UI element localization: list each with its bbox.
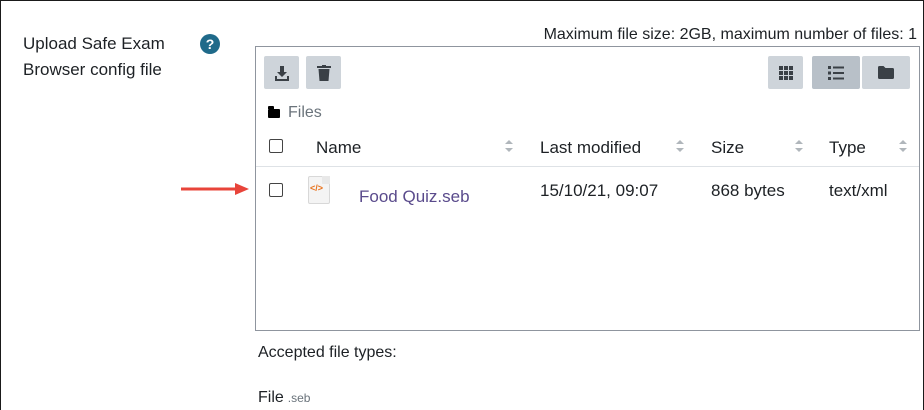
accepted-type-entry: File .seb bbox=[258, 389, 310, 407]
sort-type-icon[interactable] bbox=[899, 140, 907, 152]
file-limits-text: Maximum file size: 2GB, maximum number o… bbox=[543, 26, 917, 43]
column-type[interactable]: Type bbox=[829, 138, 866, 158]
table-row[interactable]: </> Food Quiz.seb 15/10/21, 09:07 868 by… bbox=[256, 169, 919, 219]
table-header: Name Last modified Size Type bbox=[256, 131, 919, 167]
delete-button[interactable] bbox=[306, 56, 341, 89]
page-frame: Upload Safe Exam Browser config file ? M… bbox=[0, 0, 924, 410]
file-type: text/xml bbox=[829, 181, 888, 200]
breadcrumb-files[interactable]: Files bbox=[288, 104, 322, 122]
breadcrumb: Files bbox=[268, 104, 322, 122]
accepted-type-label: File bbox=[258, 389, 284, 406]
file-modified: 15/10/21, 09:07 bbox=[540, 181, 659, 200]
list-view-icon bbox=[828, 65, 844, 80]
sort-size-icon[interactable] bbox=[795, 140, 803, 152]
list-view-button[interactable] bbox=[812, 56, 860, 89]
column-last-modified[interactable]: Last modified bbox=[540, 138, 641, 158]
annotation-arrow-icon bbox=[181, 183, 249, 195]
column-name[interactable]: Name bbox=[316, 138, 361, 158]
download-button[interactable] bbox=[264, 56, 299, 89]
file-size: 868 bytes bbox=[711, 181, 785, 200]
folder-view-button[interactable] bbox=[862, 56, 910, 89]
field-label-line1: Upload Safe Exam bbox=[23, 34, 165, 53]
code-file-icon: </> bbox=[308, 176, 330, 204]
grid-view-button[interactable] bbox=[768, 56, 803, 89]
sort-name-icon[interactable] bbox=[505, 140, 513, 152]
field-label-line2: Browser config file bbox=[23, 60, 162, 79]
code-file-glyph: </> bbox=[310, 183, 324, 193]
row-checkbox[interactable] bbox=[269, 183, 283, 197]
accepted-type-ext: .seb bbox=[287, 391, 311, 405]
file-picker: Files Name Last modified Size Type </> F… bbox=[255, 46, 920, 331]
sort-modified-icon[interactable] bbox=[676, 140, 684, 152]
help-icon[interactable]: ? bbox=[200, 34, 220, 54]
trash-icon bbox=[316, 64, 331, 81]
file-picker-toolbar bbox=[256, 47, 919, 95]
file-name-link[interactable]: Food Quiz.seb bbox=[359, 187, 470, 207]
grid-view-icon bbox=[778, 65, 793, 80]
select-all-checkbox[interactable] bbox=[269, 139, 283, 153]
column-size[interactable]: Size bbox=[711, 138, 744, 158]
folder-view-icon bbox=[878, 66, 894, 79]
download-icon bbox=[274, 65, 289, 81]
field-label: Upload Safe Exam Browser config file bbox=[23, 31, 188, 83]
folder-icon bbox=[268, 105, 280, 118]
accepted-types-heading: Accepted file types: bbox=[258, 344, 397, 361]
